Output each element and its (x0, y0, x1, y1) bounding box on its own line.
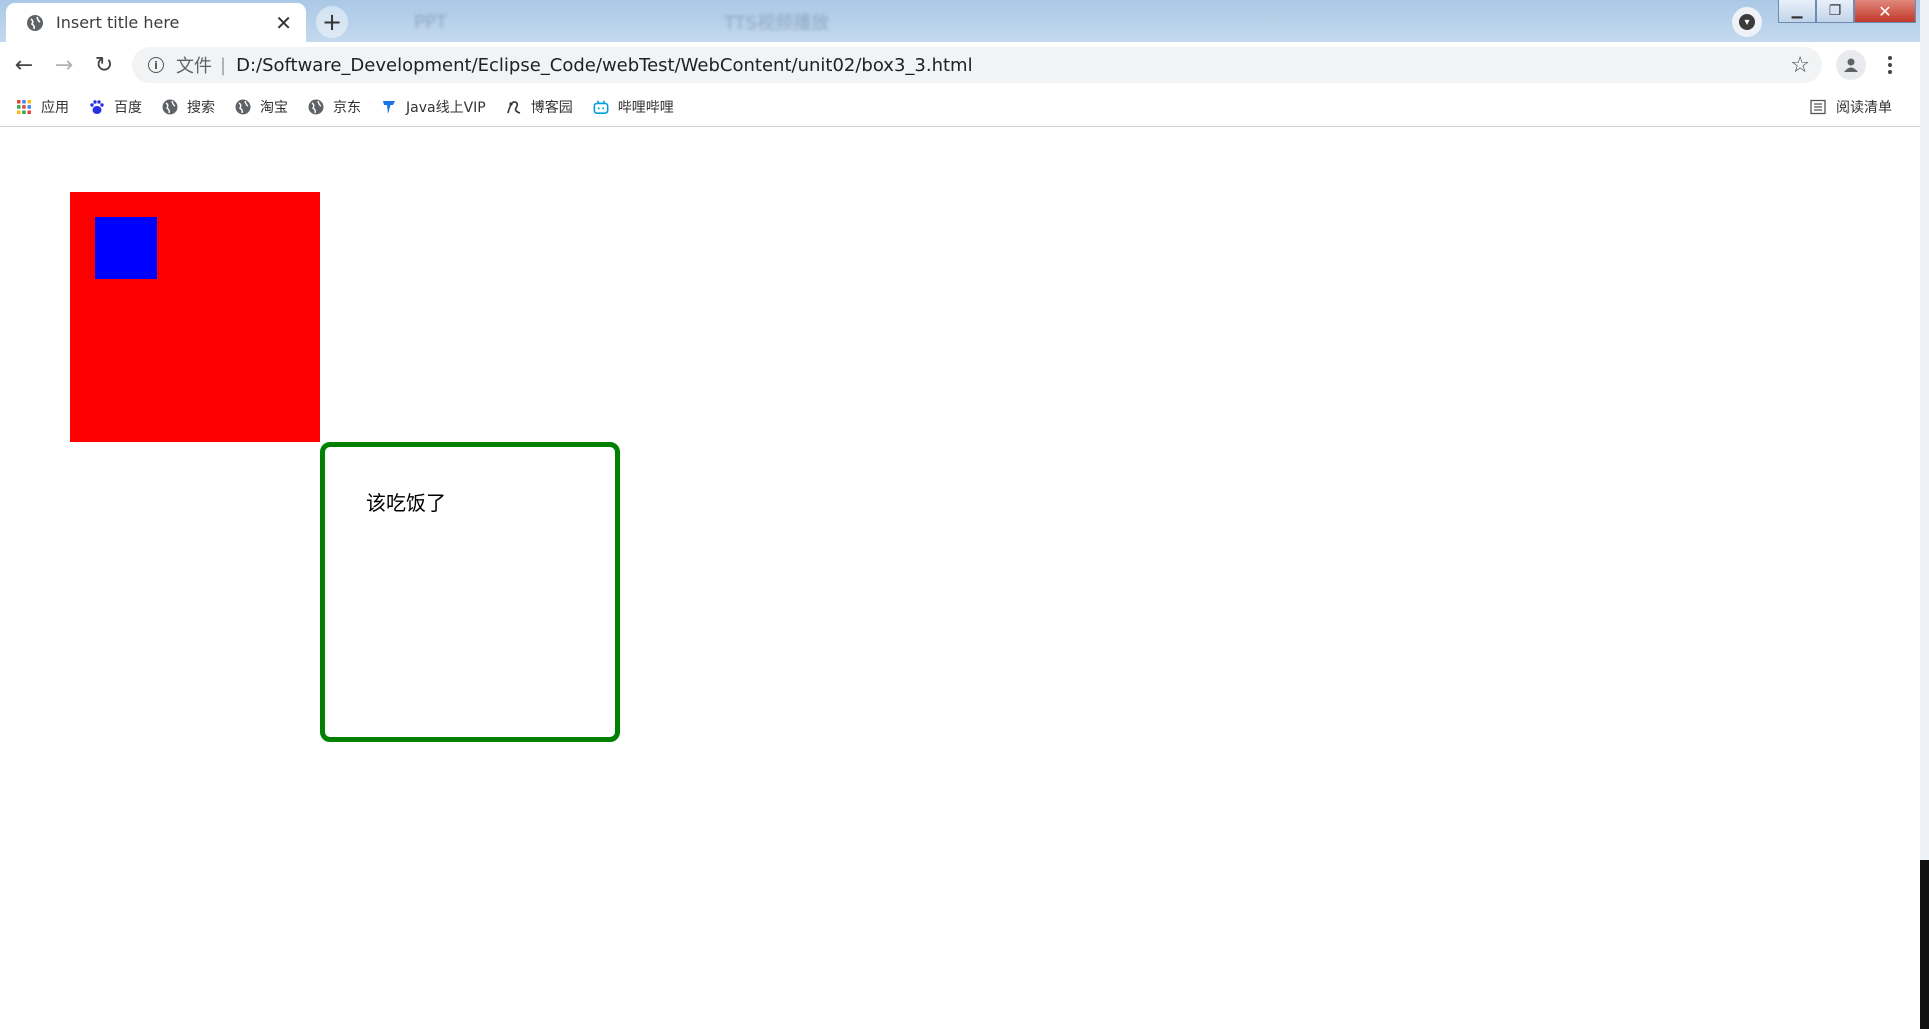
restore-button[interactable]: ❐ (1816, 0, 1854, 23)
green-box-text: 该吃饭了 (366, 491, 446, 515)
tab-active[interactable]: Insert title here ✕ (6, 3, 306, 42)
t-logo-icon (381, 99, 397, 115)
bookmark-bilibili[interactable]: 哔哩哔哩 (593, 97, 674, 117)
tab-strip: Insert title here ✕ + PPT TTS视频播放 ▾ ▁ ❐ … (0, 0, 1920, 42)
bookmark-search[interactable]: 搜索 (162, 97, 215, 117)
desktop-edge (1920, 0, 1929, 1029)
close-window-button[interactable]: ✕ (1854, 0, 1916, 23)
tab-search-button[interactable]: ▾ (1732, 7, 1762, 37)
back-arrow-icon[interactable]: ← (9, 50, 39, 80)
new-tab-button[interactable]: + (316, 6, 348, 38)
bookmark-apps[interactable]: 应用 (16, 97, 69, 117)
chevron-down-icon: ▾ (1739, 14, 1755, 30)
tab-inactive-tts[interactable]: TTS视频播放 (724, 8, 829, 36)
close-tab-icon[interactable]: ✕ (275, 11, 292, 35)
bookmark-java-vip[interactable]: Java线上VIP (381, 97, 486, 117)
forward-arrow-icon[interactable]: → (49, 50, 79, 80)
account-avatar[interactable] (1836, 50, 1866, 80)
blue-box (95, 217, 157, 279)
window-controls: ▁ ❐ ✕ (1778, 0, 1916, 26)
divider: | (220, 54, 227, 76)
cnblogs-icon (506, 99, 522, 115)
reload-icon[interactable]: ↻ (89, 50, 119, 80)
baidu-paw-icon (89, 99, 105, 115)
apps-grid-icon (16, 99, 32, 115)
bookmarks-bar: 应用 百度 搜索 淘宝 京东 Java线上VIP 博客园 哔哩哔哩 阅读清单 (0, 88, 1920, 127)
address-bar[interactable]: i 文件 | D:/Software_Development/Eclipse_C… (132, 47, 1822, 83)
tab-title: Insert title here (56, 13, 180, 32)
url-text[interactable]: D:/Software_Development/Eclipse_Code/web… (236, 55, 973, 76)
bookmark-taobao[interactable]: 淘宝 (235, 97, 288, 117)
bookmark-baidu[interactable]: 百度 (89, 97, 142, 117)
scheme-label: 文件 (176, 56, 212, 77)
green-bordered-box: 该吃饭了 (320, 442, 620, 742)
globe-icon (235, 99, 251, 115)
tab-inactive-ppt[interactable]: PPT (414, 8, 447, 36)
globe-icon (162, 99, 178, 115)
info-icon[interactable]: i (148, 57, 164, 73)
bilibili-icon (593, 99, 609, 115)
globe-icon (308, 99, 324, 115)
minimize-button[interactable]: ▁ (1778, 0, 1816, 23)
globe-icon (27, 14, 43, 31)
bookmark-star-icon[interactable]: ☆ (1790, 53, 1810, 78)
browser-toolbar: ← → ↻ i 文件 | D:/Software_Development/Ecl… (0, 42, 1920, 88)
more-menu-icon[interactable] (1880, 50, 1900, 80)
bookmark-cnblogs[interactable]: 博客园 (506, 97, 573, 117)
person-icon (1844, 58, 1858, 72)
bookmark-jd[interactable]: 京东 (308, 97, 361, 117)
reading-list-button[interactable]: 阅读清单 (1810, 88, 1892, 126)
reading-list-icon (1810, 99, 1826, 115)
desktop-edge-dark (1920, 860, 1929, 1029)
